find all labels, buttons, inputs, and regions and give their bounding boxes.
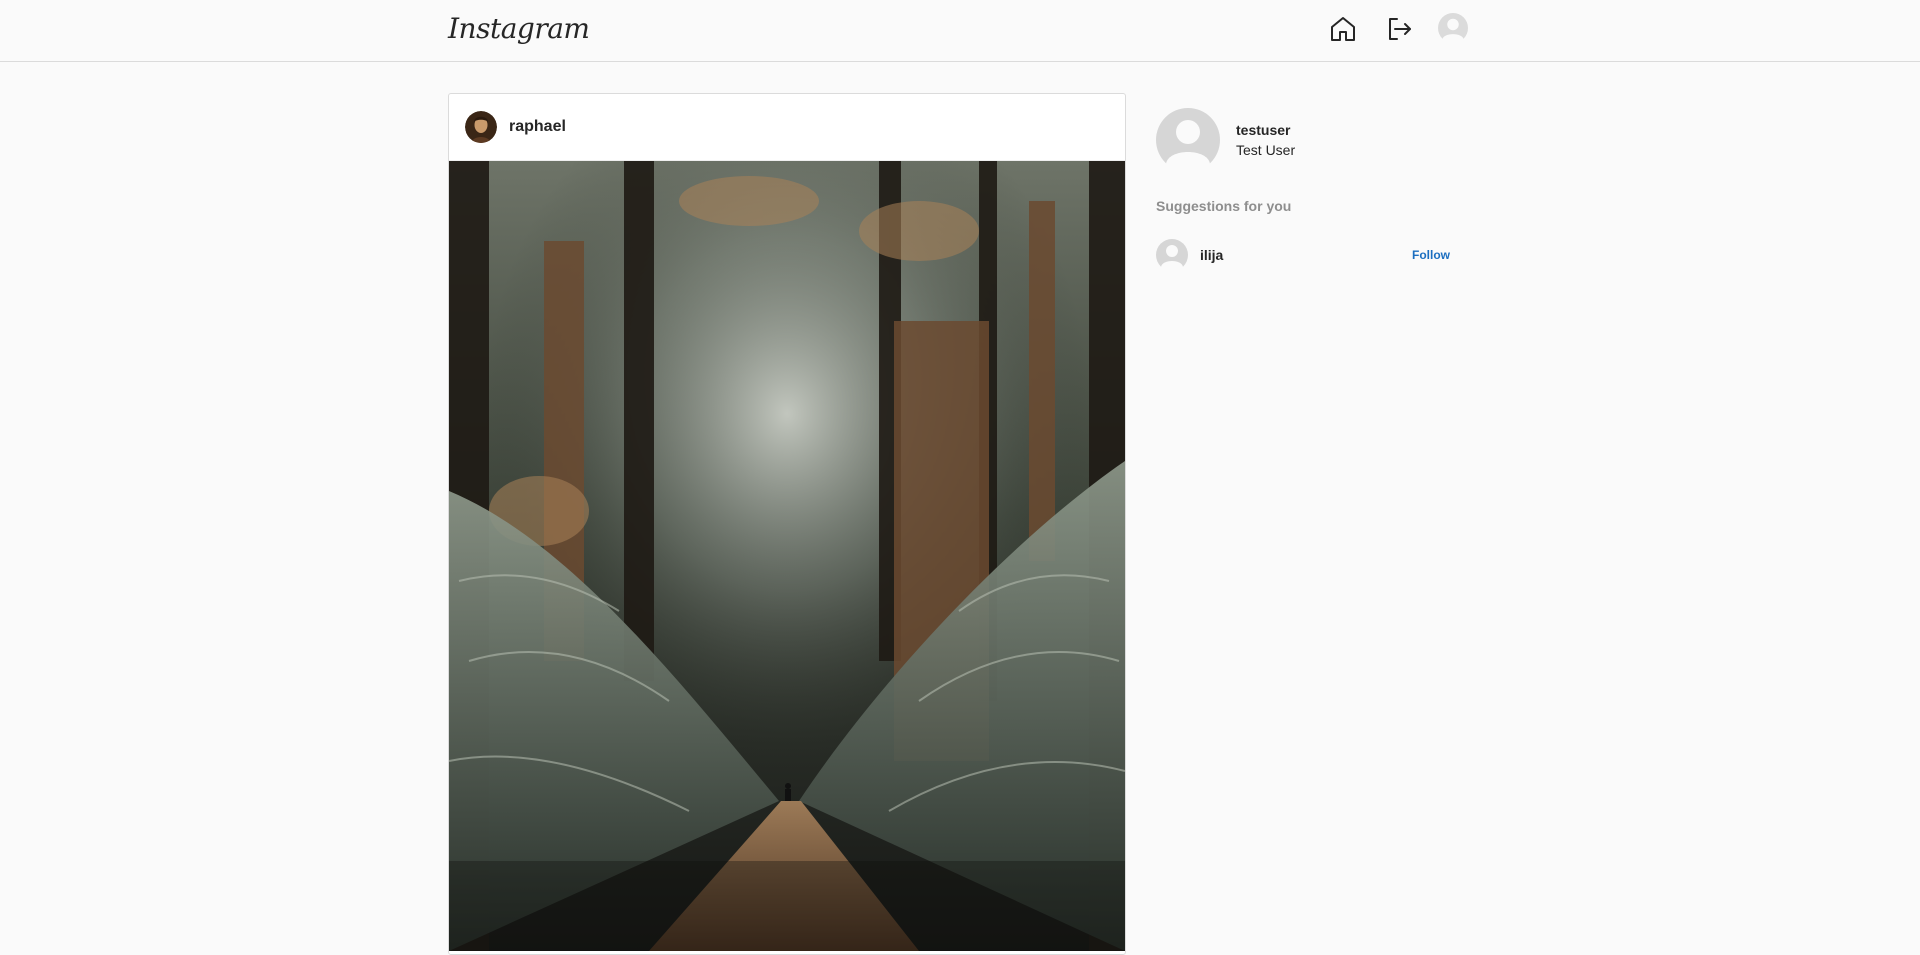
follow-button[interactable]: Follow <box>1412 248 1450 262</box>
post-header: raphael <box>449 94 1125 161</box>
post-author-avatar[interactable] <box>465 111 497 143</box>
suggestion-avatar[interactable] <box>1156 239 1188 272</box>
profile-full-name: Test User <box>1236 142 1296 158</box>
suggestion-item: ilija Follow <box>1156 239 1460 272</box>
suggestion-username[interactable]: ilija <box>1200 247 1223 263</box>
suggestions-title: Suggestions for you <box>1156 198 1292 214</box>
logout-icon[interactable] <box>1384 14 1414 44</box>
home-icon[interactable] <box>1328 14 1358 44</box>
current-user-profile: testuser Test User <box>1156 108 1460 173</box>
profile-avatar[interactable] <box>1156 108 1220 173</box>
instagram-logo[interactable]: Instagram <box>448 12 590 45</box>
post-card: raphael <box>448 93 1126 955</box>
post-image[interactable] <box>449 161 1125 951</box>
profile-username[interactable]: testuser <box>1236 122 1290 138</box>
avatar[interactable] <box>1438 13 1472 47</box>
post-username[interactable]: raphael <box>509 118 566 136</box>
top-navbar: Instagram <box>0 0 1920 62</box>
